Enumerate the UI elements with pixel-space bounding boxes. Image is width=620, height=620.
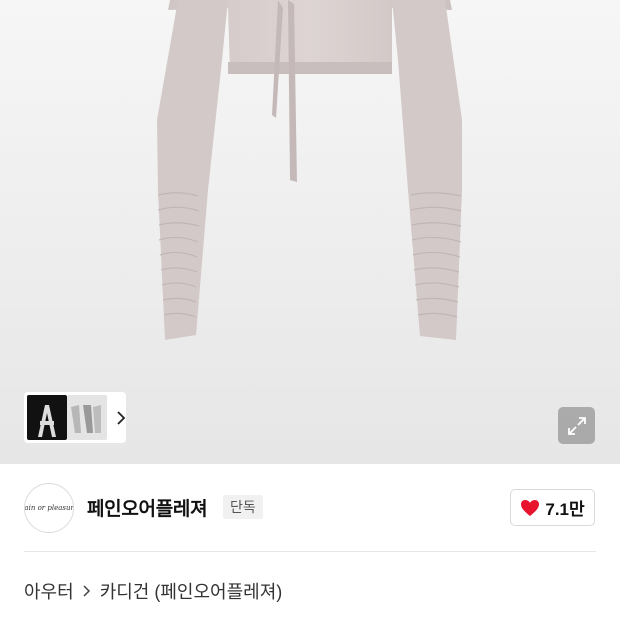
expand-button[interactable]	[558, 407, 595, 444]
breadcrumb: 아우터 카디건 (페인오어플레져)	[24, 578, 282, 604]
heart-icon	[521, 499, 540, 516]
brand-logo-text: Pain or pleasure	[24, 504, 74, 512]
breadcrumb-item-outer[interactable]: 아우터	[24, 578, 74, 604]
brand-name[interactable]: 페인오어플레져	[87, 494, 208, 521]
exclusive-badge: 단독	[223, 495, 263, 519]
chevron-right-icon	[82, 584, 92, 598]
chevron-right-icon[interactable]	[115, 408, 127, 428]
like-count: 7.1만	[545, 500, 585, 519]
divider	[24, 551, 596, 552]
brand-logo[interactable]: Pain or pleasure	[24, 483, 74, 533]
breadcrumb-item-cardigan[interactable]: 카디건 (페인오어플레져)	[100, 578, 283, 604]
expand-icon	[567, 416, 586, 435]
brand-row: Pain or pleasure 페인오어플레져 단독 7.1만	[0, 464, 620, 552]
thumbnail-2[interactable]	[67, 395, 107, 440]
thumbnail-strip	[24, 392, 126, 443]
like-button[interactable]: 7.1만	[510, 489, 595, 526]
thumbnail-1[interactable]	[27, 395, 67, 440]
product-image-area[interactable]	[0, 0, 620, 464]
